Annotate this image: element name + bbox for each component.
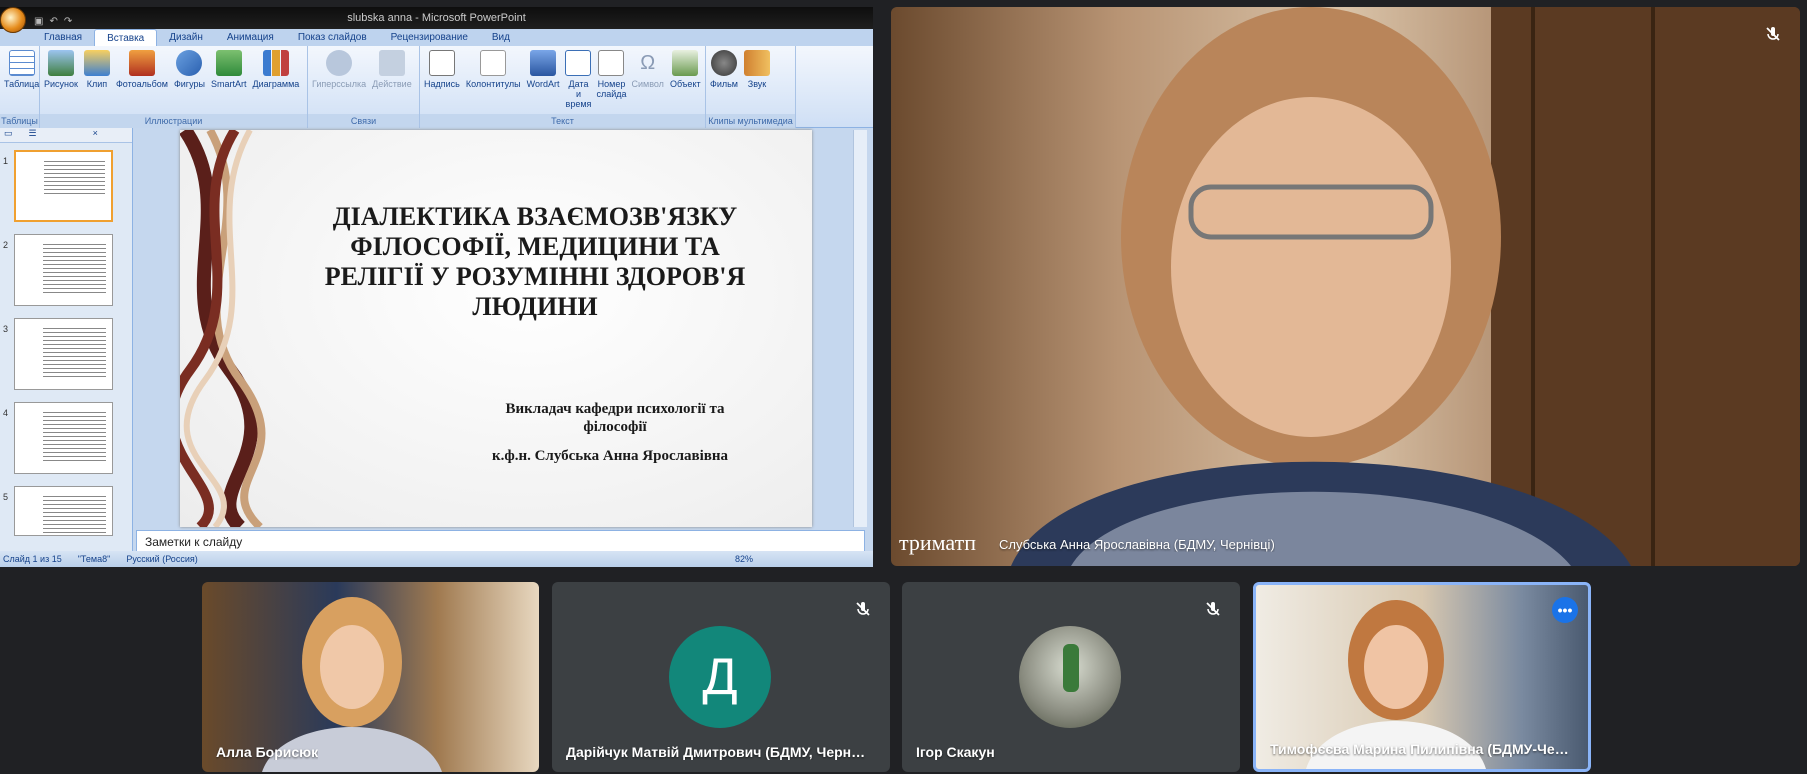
hyperlink-icon — [326, 50, 353, 76]
slide-thumbnail-2[interactable] — [14, 234, 113, 306]
shapes-icon — [176, 50, 203, 76]
thumb-number: 3 — [3, 324, 9, 334]
headerfooter-icon — [480, 50, 507, 76]
object-icon — [672, 50, 699, 76]
participant-tile[interactable]: Д Дарійчук Матвій Дмитрович (БДМУ, Черні… — [552, 582, 890, 772]
smartart-icon — [215, 50, 242, 76]
speaker-icon — [744, 50, 770, 76]
photoalbum-icon — [128, 50, 155, 76]
quick-access-toolbar: ▣ ↶ ↷ — [34, 11, 72, 33]
muted-mic-icon — [850, 596, 876, 622]
participant-tile[interactable]: Алла Борисюк — [202, 582, 539, 772]
slide-canvas[interactable]: ДІАЛЕКТИКА ВЗАЄМОЗВ'ЯЗКУ ФІЛОСОФІЇ, МЕДИ… — [180, 130, 812, 527]
slides-tab-icon[interactable]: ▭ — [4, 128, 13, 142]
speaker-caption: триматп — [899, 530, 977, 555]
participant-tile-active[interactable]: ••• Тимофєєва Марина Пилипівна (БДМУ-Чер… — [1253, 582, 1591, 772]
group-illustrations: Рисунок Клип Фотоальбом Фигуры SmartArt … — [40, 46, 308, 128]
theme-name: "Тема8" — [77, 554, 111, 564]
zoom-level[interactable]: 82% — [735, 554, 753, 564]
outline-tab-icon[interactable]: ☰ — [29, 128, 37, 142]
slide-thumbnail-5[interactable] — [14, 486, 113, 536]
close-pane-icon[interactable]: × — [93, 128, 98, 142]
group-tables: Таблица Таблицы — [0, 46, 40, 128]
save-icon[interactable]: ▣ — [34, 11, 43, 33]
notes-field[interactable]: Заметки к слайду — [136, 530, 865, 552]
slide-thumbnail-3[interactable] — [14, 318, 113, 390]
language-indicator[interactable]: Русский (Россия) — [126, 554, 197, 564]
status-bar: Слайд 1 из 15 "Тема8" Русский (Россия) 8… — [0, 551, 873, 567]
table-icon — [8, 50, 35, 76]
speaker-name: Слубська Анна Ярославівна (БДМУ, Чернівц… — [999, 537, 1275, 552]
muted-mic-icon — [1200, 596, 1226, 622]
clip-icon — [83, 50, 110, 76]
textbox-icon — [428, 50, 455, 76]
slide-subtitle-position: Викладач кафедри психології та філософії — [505, 401, 725, 435]
calendar-icon — [565, 50, 592, 76]
slide-thumbnail-1[interactable] — [14, 150, 113, 222]
film-icon — [711, 50, 737, 76]
tab-design[interactable]: Дизайн — [157, 29, 215, 46]
thumb-number: 2 — [3, 240, 9, 250]
window-titlebar: ▣ ↶ ↷ slubska anna - Microsoft PowerPoin… — [0, 7, 873, 33]
slides-pane: ▭ ☰ × 1 2 3 4 5 — [0, 128, 133, 551]
group-links: Гиперссылка Действие Связи — [308, 46, 420, 128]
slides-pane-tabs: ▭ ☰ × — [0, 128, 132, 143]
thumb-number: 1 — [3, 156, 9, 166]
group-text: Надпись Колонтитулы WordArt Дата и время… — [420, 46, 706, 128]
participant-name: Алла Борисюк — [216, 744, 319, 760]
speaker-video — [1011, 7, 1800, 566]
tab-view[interactable]: Вид — [480, 29, 522, 46]
slide-thumbnail-4[interactable] — [14, 402, 113, 474]
main-speaker-tile[interactable]: триматп Слубська Анна Ярославівна (БДМУ,… — [891, 7, 1800, 566]
office-button[interactable] — [0, 7, 26, 33]
tab-review[interactable]: Рецензирование — [379, 29, 480, 46]
undo-icon[interactable]: ↶ — [49, 11, 57, 33]
avatar: Д — [669, 626, 771, 728]
slide-subtitle-author: к.ф.н. Слубська Анна Ярославівна — [491, 448, 729, 464]
more-options-icon[interactable]: ••• — [1552, 597, 1578, 623]
shared-screen-powerpoint: ▣ ↶ ↷ slubska anna - Microsoft PowerPoin… — [0, 7, 873, 567]
workspace: ▭ ☰ × 1 2 3 4 5 ДІАЛЕКТИКА ВЗАЄМОЗВ'ЯЗКУ… — [0, 128, 873, 552]
group-media: Фильм Звук Клипы мультимедиа — [706, 46, 796, 128]
window-title: slubska anna - Microsoft PowerPoint — [347, 12, 526, 24]
wordart-icon — [530, 50, 557, 76]
ribbon-tabs: Главная Вставка Дизайн Анимация Показ сл… — [0, 29, 873, 46]
muted-mic-icon — [1760, 21, 1786, 47]
redo-icon[interactable]: ↷ — [64, 11, 72, 33]
participant-name: Дарійчук Матвій Дмитрович (БДМУ, Черні..… — [566, 744, 866, 760]
participant-name: Ігор Скакун — [916, 744, 995, 760]
picture-icon — [47, 50, 74, 76]
slide-title: ДІАЛЕКТИКА ВЗАЄМОЗВ'ЯЗКУ ФІЛОСОФІЇ, МЕДИ… — [324, 202, 746, 321]
thumb-number: 5 — [3, 492, 9, 502]
chart-icon — [262, 50, 289, 76]
thumb-number: 4 — [3, 408, 9, 418]
ribbon: Таблица Таблицы Рисунок Клип Фотоальбом … — [0, 46, 873, 128]
participant-name: Тимофєєва Марина Пилипівна (БДМУ-Черн... — [1270, 741, 1570, 757]
tab-animation[interactable]: Анимация — [215, 29, 286, 46]
tab-insert[interactable]: Вставка — [94, 29, 158, 46]
vertical-scrollbar[interactable] — [853, 130, 867, 527]
action-icon — [378, 50, 405, 76]
avatar — [1019, 626, 1121, 728]
slide-counter: Слайд 1 из 15 — [3, 554, 62, 564]
slidenumber-icon — [598, 50, 625, 76]
omega-icon: Ω — [640, 52, 656, 74]
participant-tile[interactable]: Ігор Скакун — [902, 582, 1240, 772]
decorative-ribbon — [180, 130, 266, 527]
tab-slideshow[interactable]: Показ слайдов — [286, 29, 379, 46]
